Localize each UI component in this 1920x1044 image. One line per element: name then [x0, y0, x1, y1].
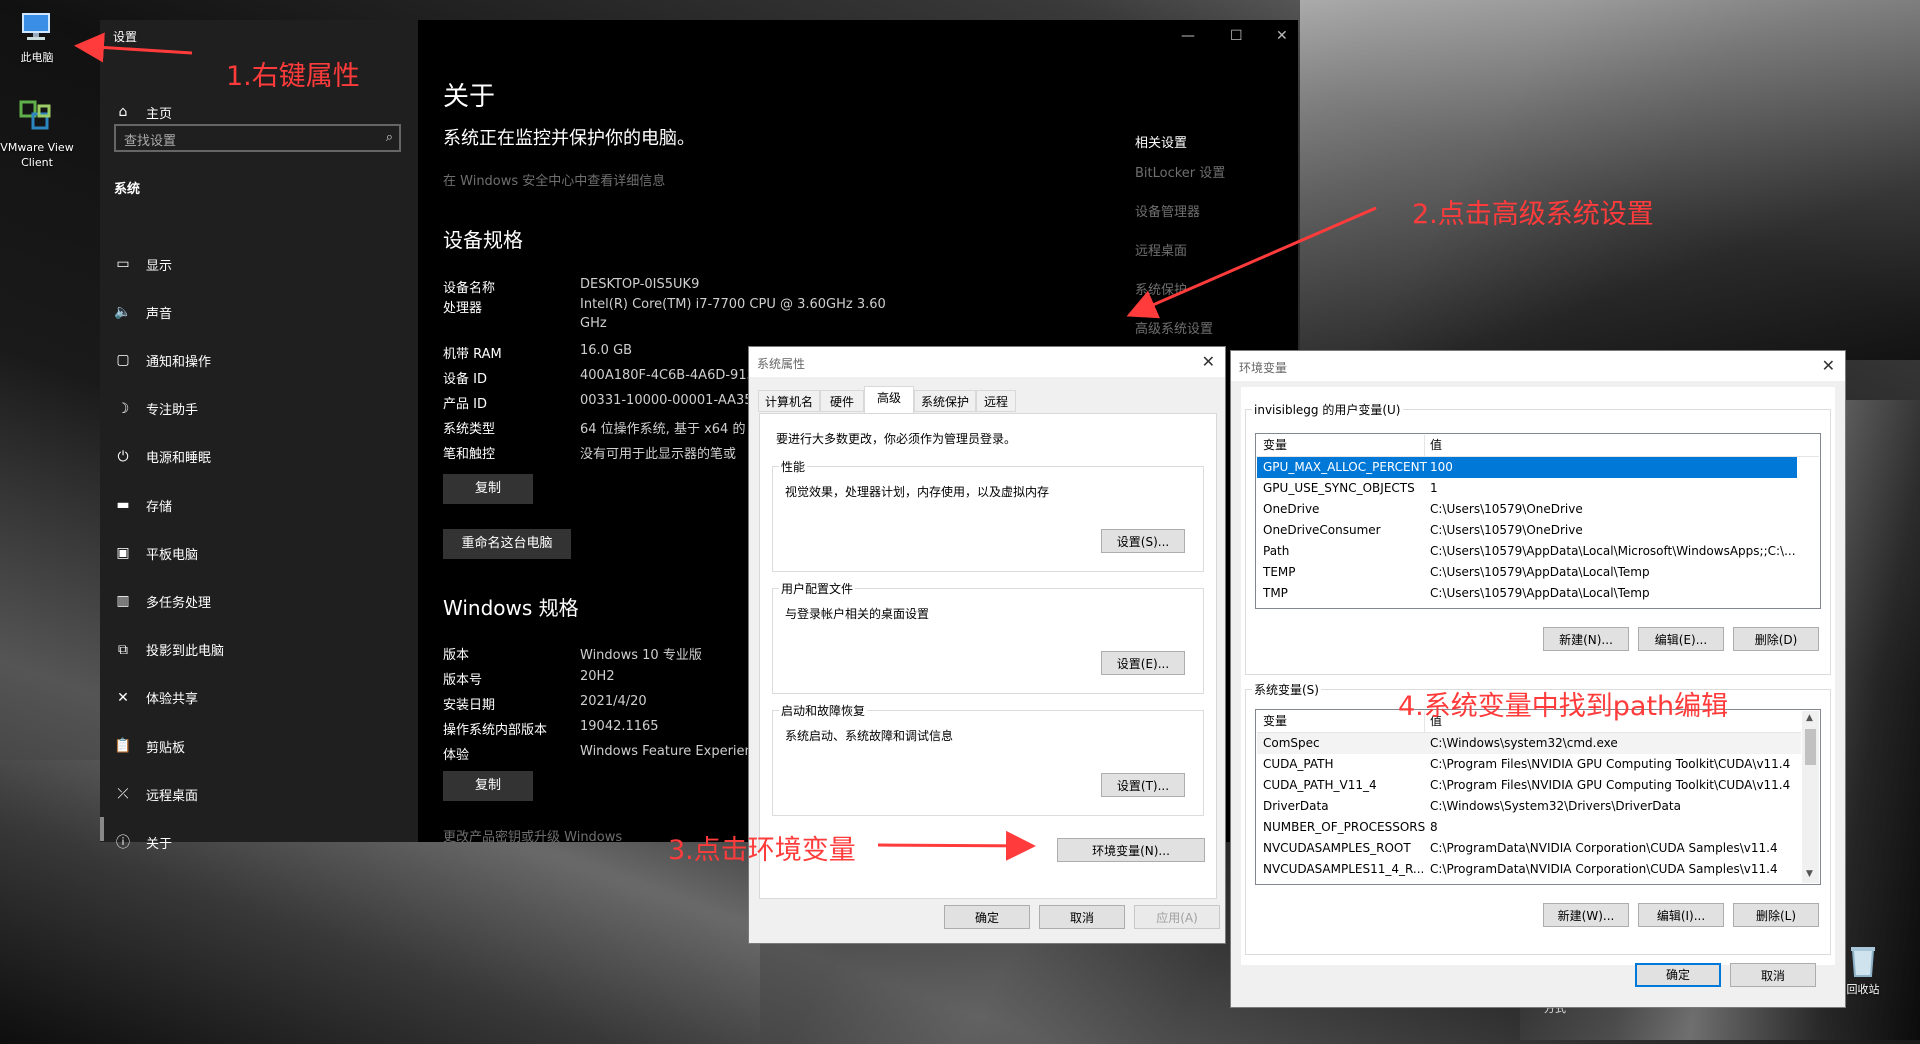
arrow-step1: [74, 32, 193, 63]
annotation-step4: 4.系统变量中找到path编辑: [1398, 691, 1729, 722]
arrow-step2: [1126, 206, 1377, 319]
annotation-step3: 3.点击环境变量: [668, 835, 856, 866]
annotation-step2: 2.点击高级系统设置: [1412, 199, 1654, 230]
annotation-step1: 1.右键属性: [226, 61, 360, 92]
annotation-arrows: [74, 32, 1377, 861]
arrow-step3: [877, 830, 1036, 861]
